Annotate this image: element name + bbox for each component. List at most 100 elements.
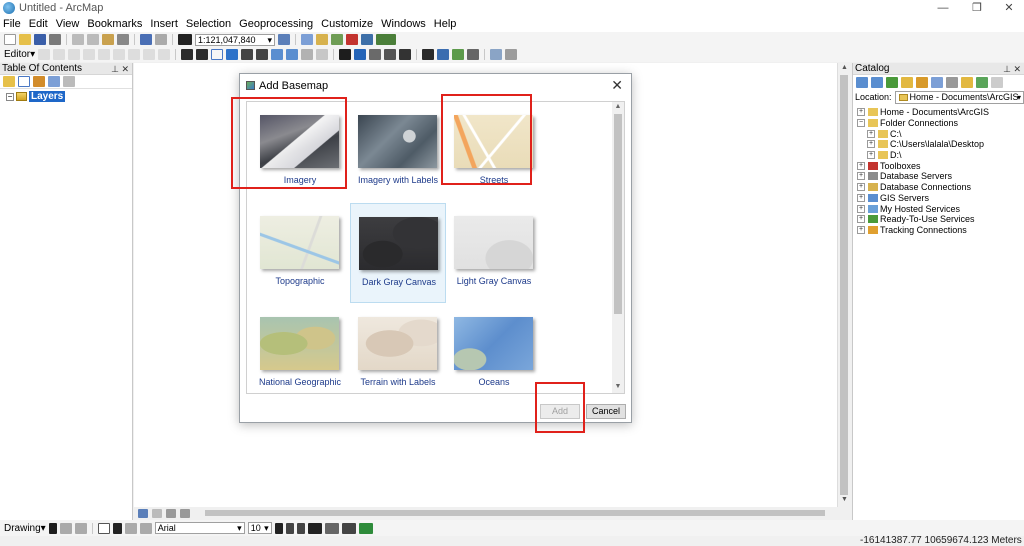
find-route-icon[interactable]	[437, 49, 450, 60]
scroll-down-icon[interactable]: ▼	[838, 496, 851, 503]
edit-tool-icon[interactable]	[38, 49, 51, 60]
menu-bookmarks[interactable]: Bookmarks	[87, 18, 142, 30]
tree-item-toolboxes[interactable]: + Toolboxes	[853, 160, 1024, 171]
menu-file[interactable]: File	[3, 18, 21, 30]
new-document-icon[interactable]	[4, 34, 16, 45]
up-one-level-icon[interactable]	[886, 76, 898, 88]
location-combo[interactable]: Home - Documents\ArcGIS ▾	[894, 90, 1024, 104]
expand-icon[interactable]: +	[857, 204, 865, 213]
redo-icon[interactable]	[155, 34, 167, 45]
catalog-icon[interactable]	[316, 34, 328, 45]
basemap-tile-terrain-with-labels[interactable]: Terrain with Labels	[350, 304, 446, 393]
cancel-button[interactable]: Cancel	[586, 404, 626, 419]
menu-selection[interactable]: Selection	[186, 18, 231, 30]
scroll-thumb[interactable]	[205, 510, 825, 516]
edit-annotation-icon[interactable]	[53, 49, 66, 60]
expand-icon[interactable]: +	[857, 215, 865, 224]
expand-icon[interactable]: +	[857, 172, 865, 181]
open-icon[interactable]	[19, 34, 31, 45]
pan-icon[interactable]	[211, 49, 224, 60]
attributes-icon[interactable]	[128, 49, 141, 60]
expand-icon[interactable]: +	[857, 108, 865, 117]
menu-insert[interactable]: Insert	[150, 18, 178, 30]
gallery-scrollbar[interactable]: ▲ ▼	[612, 102, 624, 393]
menu-help[interactable]: Help	[434, 18, 457, 30]
menu-edit[interactable]: Edit	[29, 18, 48, 30]
layout-view-icon[interactable]	[505, 49, 518, 60]
scroll-up-icon[interactable]: ▲	[612, 103, 624, 110]
python-window-icon[interactable]	[361, 34, 373, 45]
go-back-icon[interactable]	[271, 49, 284, 60]
close-icon[interactable]: ✕	[1013, 63, 1021, 75]
fixed-zoom-in-icon[interactable]	[241, 49, 254, 60]
font-color-icon[interactable]	[307, 522, 322, 534]
create-viewer-window-icon[interactable]	[490, 49, 503, 60]
straight-segment-icon[interactable]	[68, 49, 81, 60]
tree-item-folder-connections[interactable]: − Folder Connections	[853, 118, 1024, 129]
paste-icon[interactable]	[102, 34, 114, 45]
scroll-thumb[interactable]	[614, 114, 622, 314]
minimize-button[interactable]: —	[928, 0, 958, 16]
html-popup-icon[interactable]	[384, 49, 397, 60]
expand-icon[interactable]: +	[867, 140, 875, 149]
close-icon[interactable]: ✕	[121, 63, 129, 75]
zoom-out-icon[interactable]	[196, 49, 209, 60]
tree-item-tracking-connections[interactable]: + Tracking Connections	[853, 225, 1024, 236]
hyperlink-icon[interactable]	[369, 49, 382, 60]
editor-menu[interactable]: Editor▾	[4, 49, 35, 60]
rotate-element-icon[interactable]	[59, 522, 72, 534]
map-horizontal-scrollbar[interactable]	[195, 508, 835, 518]
add-data-icon[interactable]	[178, 34, 192, 45]
collapse-icon[interactable]: −	[857, 119, 865, 128]
expand-icon[interactable]: +	[857, 193, 865, 202]
dialog-close-button[interactable]: ✕	[611, 77, 623, 94]
bold-icon[interactable]	[274, 522, 283, 534]
rectangle-icon[interactable]	[97, 522, 110, 534]
edit-vertices-icon[interactable]	[139, 522, 152, 534]
tree-item-c-drive[interactable]: + C:\	[853, 128, 1024, 139]
save-icon[interactable]	[34, 34, 46, 45]
basemap-tile-light-gray-canvas[interactable]: Light Gray Canvas	[446, 203, 542, 303]
line-icon[interactable]	[124, 522, 137, 534]
time-slider-icon[interactable]	[467, 49, 480, 60]
new-folder-icon[interactable]	[961, 76, 973, 88]
text-icon[interactable]	[112, 522, 122, 534]
print-icon[interactable]	[49, 34, 61, 45]
measure-icon[interactable]	[399, 49, 412, 60]
scroll-up-icon[interactable]: ▲	[838, 64, 851, 71]
tree-item-d-drive[interactable]: + D:\	[853, 150, 1024, 161]
list-by-selection-icon[interactable]	[48, 76, 60, 87]
marker-color-icon[interactable]	[358, 522, 373, 534]
basemap-tile-national-geographic[interactable]: National Geographic	[252, 304, 348, 393]
tree-item-my-hosted-services[interactable]: + My Hosted Services	[853, 203, 1024, 214]
home-icon[interactable]	[901, 76, 913, 88]
maximize-button[interactable]: ❐	[962, 0, 992, 16]
add-button[interactable]: Add	[540, 404, 580, 419]
layers-data-frame[interactable]: − Layers	[0, 89, 132, 104]
tree-item-desktop[interactable]: + C:\Users\lalala\Desktop	[853, 139, 1024, 150]
tree-item-home[interactable]: + Home - Documents\ArcGIS	[853, 107, 1024, 118]
basemap-tile-imagery-with-labels[interactable]: Imagery with Labels	[350, 102, 446, 202]
underline-icon[interactable]	[296, 522, 305, 534]
scroll-down-icon[interactable]: ▼	[612, 383, 624, 390]
line-color-icon[interactable]	[341, 522, 356, 534]
menu-view[interactable]: View	[56, 18, 80, 30]
map-scale-combo[interactable]: 1:121,047,840 ▾	[195, 33, 275, 46]
pin-icon[interactable]: ⊥	[1003, 63, 1011, 75]
basemap-tile-streets[interactable]: Streets	[446, 102, 542, 202]
trace-icon[interactable]	[83, 49, 96, 60]
select-elements-icon[interactable]	[339, 49, 352, 60]
refresh-catalog-icon[interactable]	[976, 76, 988, 88]
tree-item-gis-servers[interactable]: + GIS Servers	[853, 193, 1024, 204]
menu-geoprocessing[interactable]: Geoprocessing	[239, 18, 313, 30]
refresh-icon[interactable]	[166, 508, 176, 518]
italic-icon[interactable]	[285, 522, 294, 534]
forward-icon[interactable]	[871, 76, 883, 88]
close-window-button[interactable]: ✕	[994, 0, 1024, 16]
search-window-icon[interactable]	[331, 34, 343, 45]
font-name-combo[interactable]: Arial ▾	[154, 522, 245, 534]
cut-icon[interactable]	[72, 34, 84, 45]
font-size-combo[interactable]: 10 ▾	[247, 522, 272, 534]
go-forward-icon[interactable]	[286, 49, 299, 60]
tree-item-database-connections[interactable]: + Database Connections	[853, 182, 1024, 193]
